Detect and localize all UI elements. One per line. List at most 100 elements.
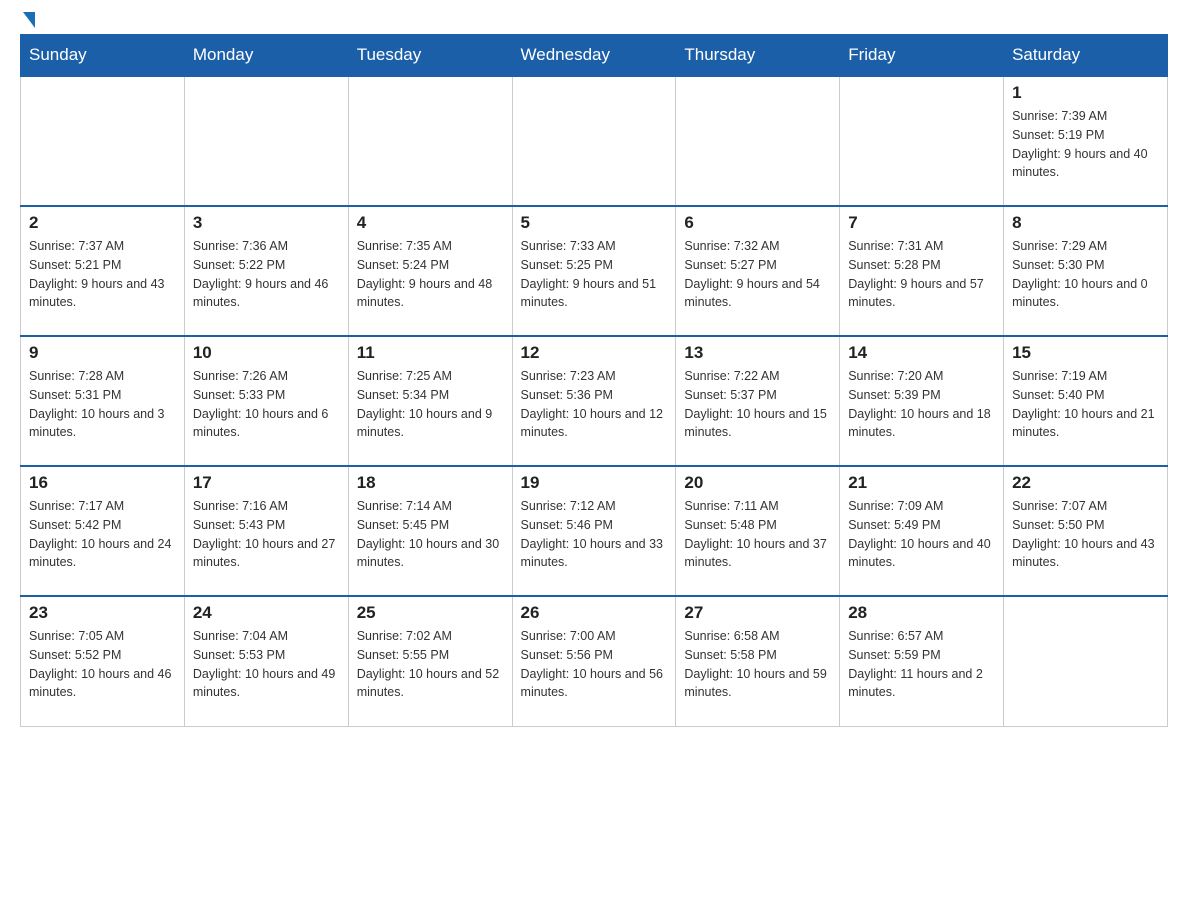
calendar-cell: 2 Sunrise: 7:37 AMSunset: 5:21 PMDaylight…	[21, 206, 185, 336]
calendar-cell	[840, 76, 1004, 206]
calendar-cell: 18 Sunrise: 7:14 AMSunset: 5:45 PMDayligh…	[348, 466, 512, 596]
calendar-header-row: SundayMondayTuesdayWednesdayThursdayFrid…	[21, 35, 1168, 77]
day-number: 22	[1012, 473, 1159, 493]
day-info: Sunrise: 7:20 AMSunset: 5:39 PMDaylight:…	[848, 367, 995, 442]
day-number: 17	[193, 473, 340, 493]
day-number: 9	[29, 343, 176, 363]
day-info: Sunrise: 7:16 AMSunset: 5:43 PMDaylight:…	[193, 497, 340, 572]
day-info: Sunrise: 7:32 AMSunset: 5:27 PMDaylight:…	[684, 237, 831, 312]
day-number: 7	[848, 213, 995, 233]
calendar-cell: 4 Sunrise: 7:35 AMSunset: 5:24 PMDaylight…	[348, 206, 512, 336]
calendar-cell: 14 Sunrise: 7:20 AMSunset: 5:39 PMDayligh…	[840, 336, 1004, 466]
calendar-cell	[512, 76, 676, 206]
calendar-cell: 23Sunrise: 7:05 AMSunset: 5:52 PMDayligh…	[21, 596, 185, 726]
calendar-cell	[184, 76, 348, 206]
calendar-cell	[1004, 596, 1168, 726]
day-number: 15	[1012, 343, 1159, 363]
day-info: Sunrise: 7:33 AMSunset: 5:25 PMDaylight:…	[521, 237, 668, 312]
day-info: Sunrise: 7:36 AMSunset: 5:22 PMDaylight:…	[193, 237, 340, 312]
day-info: Sunrise: 7:17 AMSunset: 5:42 PMDaylight:…	[29, 497, 176, 572]
day-info: Sunrise: 7:02 AMSunset: 5:55 PMDaylight:…	[357, 627, 504, 702]
day-number: 6	[684, 213, 831, 233]
calendar-week-row: 2 Sunrise: 7:37 AMSunset: 5:21 PMDaylight…	[21, 206, 1168, 336]
calendar-cell: 27 Sunrise: 6:58 AMSunset: 5:58 PMDayligh…	[676, 596, 840, 726]
calendar-cell: 11 Sunrise: 7:25 AMSunset: 5:34 PMDayligh…	[348, 336, 512, 466]
calendar-cell: 7 Sunrise: 7:31 AMSunset: 5:28 PMDaylight…	[840, 206, 1004, 336]
calendar-cell: 10 Sunrise: 7:26 AMSunset: 5:33 PMDayligh…	[184, 336, 348, 466]
day-number: 20	[684, 473, 831, 493]
day-number: 24	[193, 603, 340, 623]
day-info: Sunrise: 7:39 AMSunset: 5:19 PMDaylight:…	[1012, 107, 1159, 182]
day-number: 27	[684, 603, 831, 623]
day-info: Sunrise: 7:04 AMSunset: 5:53 PMDaylight:…	[193, 627, 340, 702]
calendar-week-row: 9 Sunrise: 7:28 AMSunset: 5:31 PMDaylight…	[21, 336, 1168, 466]
day-number: 11	[357, 343, 504, 363]
calendar-cell: 8Sunrise: 7:29 AMSunset: 5:30 PMDaylight…	[1004, 206, 1168, 336]
day-number: 5	[521, 213, 668, 233]
day-number: 2	[29, 213, 176, 233]
day-number: 19	[521, 473, 668, 493]
day-number: 4	[357, 213, 504, 233]
calendar-cell: 24 Sunrise: 7:04 AMSunset: 5:53 PMDayligh…	[184, 596, 348, 726]
calendar-header-tuesday: Tuesday	[348, 35, 512, 77]
calendar-week-row: 16 Sunrise: 7:17 AMSunset: 5:42 PMDayligh…	[21, 466, 1168, 596]
day-info: Sunrise: 7:23 AMSunset: 5:36 PMDaylight:…	[521, 367, 668, 442]
calendar-week-row: 1 Sunrise: 7:39 AMSunset: 5:19 PMDaylight…	[21, 76, 1168, 206]
day-number: 3	[193, 213, 340, 233]
calendar-cell: 1 Sunrise: 7:39 AMSunset: 5:19 PMDaylight…	[1004, 76, 1168, 206]
day-info: Sunrise: 7:25 AMSunset: 5:34 PMDaylight:…	[357, 367, 504, 442]
calendar-cell	[676, 76, 840, 206]
calendar-cell: 25Sunrise: 7:02 AMSunset: 5:55 PMDayligh…	[348, 596, 512, 726]
day-info: Sunrise: 7:00 AMSunset: 5:56 PMDaylight:…	[521, 627, 668, 702]
calendar-header-saturday: Saturday	[1004, 35, 1168, 77]
calendar-header-monday: Monday	[184, 35, 348, 77]
calendar-cell	[348, 76, 512, 206]
calendar-table: SundayMondayTuesdayWednesdayThursdayFrid…	[20, 34, 1168, 727]
calendar-header-friday: Friday	[840, 35, 1004, 77]
day-number: 10	[193, 343, 340, 363]
day-info: Sunrise: 7:07 AMSunset: 5:50 PMDaylight:…	[1012, 497, 1159, 572]
calendar-cell: 16 Sunrise: 7:17 AMSunset: 5:42 PMDayligh…	[21, 466, 185, 596]
day-info: Sunrise: 7:11 AMSunset: 5:48 PMDaylight:…	[684, 497, 831, 572]
calendar-cell: 17 Sunrise: 7:16 AMSunset: 5:43 PMDayligh…	[184, 466, 348, 596]
calendar-header-thursday: Thursday	[676, 35, 840, 77]
calendar-week-row: 23Sunrise: 7:05 AMSunset: 5:52 PMDayligh…	[21, 596, 1168, 726]
day-number: 26	[521, 603, 668, 623]
day-info: Sunrise: 6:58 AMSunset: 5:58 PMDaylight:…	[684, 627, 831, 702]
day-info: Sunrise: 7:12 AMSunset: 5:46 PMDaylight:…	[521, 497, 668, 572]
calendar-cell: 22 Sunrise: 7:07 AMSunset: 5:50 PMDayligh…	[1004, 466, 1168, 596]
day-info: Sunrise: 7:29 AMSunset: 5:30 PMDaylight:…	[1012, 237, 1159, 312]
day-info: Sunrise: 6:57 AMSunset: 5:59 PMDaylight:…	[848, 627, 995, 702]
calendar-cell: 28 Sunrise: 6:57 AMSunset: 5:59 PMDayligh…	[840, 596, 1004, 726]
day-number: 21	[848, 473, 995, 493]
day-number: 12	[521, 343, 668, 363]
calendar-cell: 6 Sunrise: 7:32 AMSunset: 5:27 PMDaylight…	[676, 206, 840, 336]
day-number: 14	[848, 343, 995, 363]
logo-arrow-icon	[23, 12, 35, 28]
calendar-cell: 13Sunrise: 7:22 AMSunset: 5:37 PMDayligh…	[676, 336, 840, 466]
day-number: 28	[848, 603, 995, 623]
page-header	[20, 20, 1168, 24]
day-info: Sunrise: 7:19 AMSunset: 5:40 PMDaylight:…	[1012, 367, 1159, 442]
calendar-cell: 9 Sunrise: 7:28 AMSunset: 5:31 PMDaylight…	[21, 336, 185, 466]
calendar-cell: 3 Sunrise: 7:36 AMSunset: 5:22 PMDaylight…	[184, 206, 348, 336]
day-number: 1	[1012, 83, 1159, 103]
logo	[20, 20, 35, 24]
day-info: Sunrise: 7:35 AMSunset: 5:24 PMDaylight:…	[357, 237, 504, 312]
day-info: Sunrise: 7:37 AMSunset: 5:21 PMDaylight:…	[29, 237, 176, 312]
day-info: Sunrise: 7:14 AMSunset: 5:45 PMDaylight:…	[357, 497, 504, 572]
calendar-cell: 12 Sunrise: 7:23 AMSunset: 5:36 PMDayligh…	[512, 336, 676, 466]
day-info: Sunrise: 7:31 AMSunset: 5:28 PMDaylight:…	[848, 237, 995, 312]
day-info: Sunrise: 7:22 AMSunset: 5:37 PMDaylight:…	[684, 367, 831, 442]
day-info: Sunrise: 7:26 AMSunset: 5:33 PMDaylight:…	[193, 367, 340, 442]
calendar-cell	[21, 76, 185, 206]
calendar-cell: 19 Sunrise: 7:12 AMSunset: 5:46 PMDayligh…	[512, 466, 676, 596]
day-info: Sunrise: 7:28 AMSunset: 5:31 PMDaylight:…	[29, 367, 176, 442]
day-number: 16	[29, 473, 176, 493]
calendar-cell: 26 Sunrise: 7:00 AMSunset: 5:56 PMDayligh…	[512, 596, 676, 726]
calendar-cell: 5 Sunrise: 7:33 AMSunset: 5:25 PMDaylight…	[512, 206, 676, 336]
day-info: Sunrise: 7:05 AMSunset: 5:52 PMDaylight:…	[29, 627, 176, 702]
day-number: 18	[357, 473, 504, 493]
calendar-header-sunday: Sunday	[21, 35, 185, 77]
calendar-cell: 15 Sunrise: 7:19 AMSunset: 5:40 PMDayligh…	[1004, 336, 1168, 466]
